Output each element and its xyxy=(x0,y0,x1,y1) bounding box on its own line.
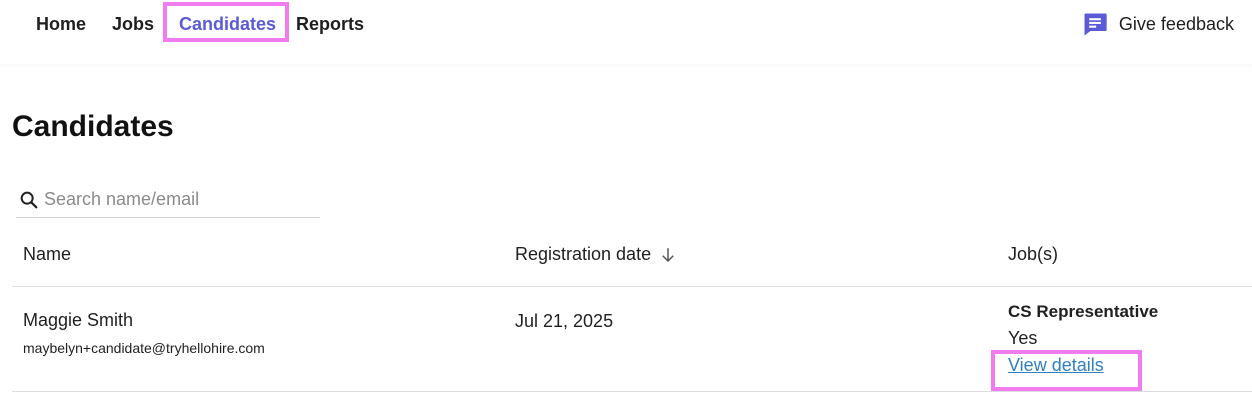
column-header-name: Name xyxy=(23,244,71,265)
search-input[interactable] xyxy=(44,189,314,210)
nav-reports-link[interactable]: Reports xyxy=(296,12,364,36)
table-header-divider xyxy=(12,286,1252,287)
column-header-registration-date[interactable]: Registration date xyxy=(515,244,677,265)
nav-jobs-link[interactable]: Jobs xyxy=(112,12,154,36)
candidate-name: Maggie Smith xyxy=(23,310,134,330)
column-header-jobs-label: Job(s) xyxy=(1008,244,1059,264)
column-header-name-label: Name xyxy=(23,244,72,264)
candidate-registration-date: Jul 21, 2025 xyxy=(515,311,614,331)
nav-home-link[interactable]: Home xyxy=(36,12,86,36)
candidate-job-status: Yes xyxy=(1008,328,1038,348)
view-details-link[interactable]: View details xyxy=(1008,355,1104,376)
chat-bubble-icon xyxy=(1084,13,1107,36)
candidate-job-title: CS Representative xyxy=(1008,302,1159,321)
nav-candidates-link[interactable]: Candidates xyxy=(179,12,276,36)
give-feedback-label: Give feedback xyxy=(1118,13,1234,34)
search-field xyxy=(16,182,320,218)
page-title: Candidates xyxy=(12,110,174,143)
search-icon xyxy=(20,191,38,208)
give-feedback-button[interactable]: Give feedback xyxy=(1081,9,1234,39)
arrow-down-icon xyxy=(662,247,674,262)
column-header-jobs: Job(s) xyxy=(1008,244,1058,265)
table-row-divider xyxy=(12,391,1252,392)
top-navigation-bar: Home Jobs Candidates Reports Give feedba… xyxy=(0,0,1252,64)
column-header-registration-date-label: Registration date xyxy=(515,244,652,264)
candidate-email: maybelyn+candidate@tryhellohire.com xyxy=(23,340,265,356)
